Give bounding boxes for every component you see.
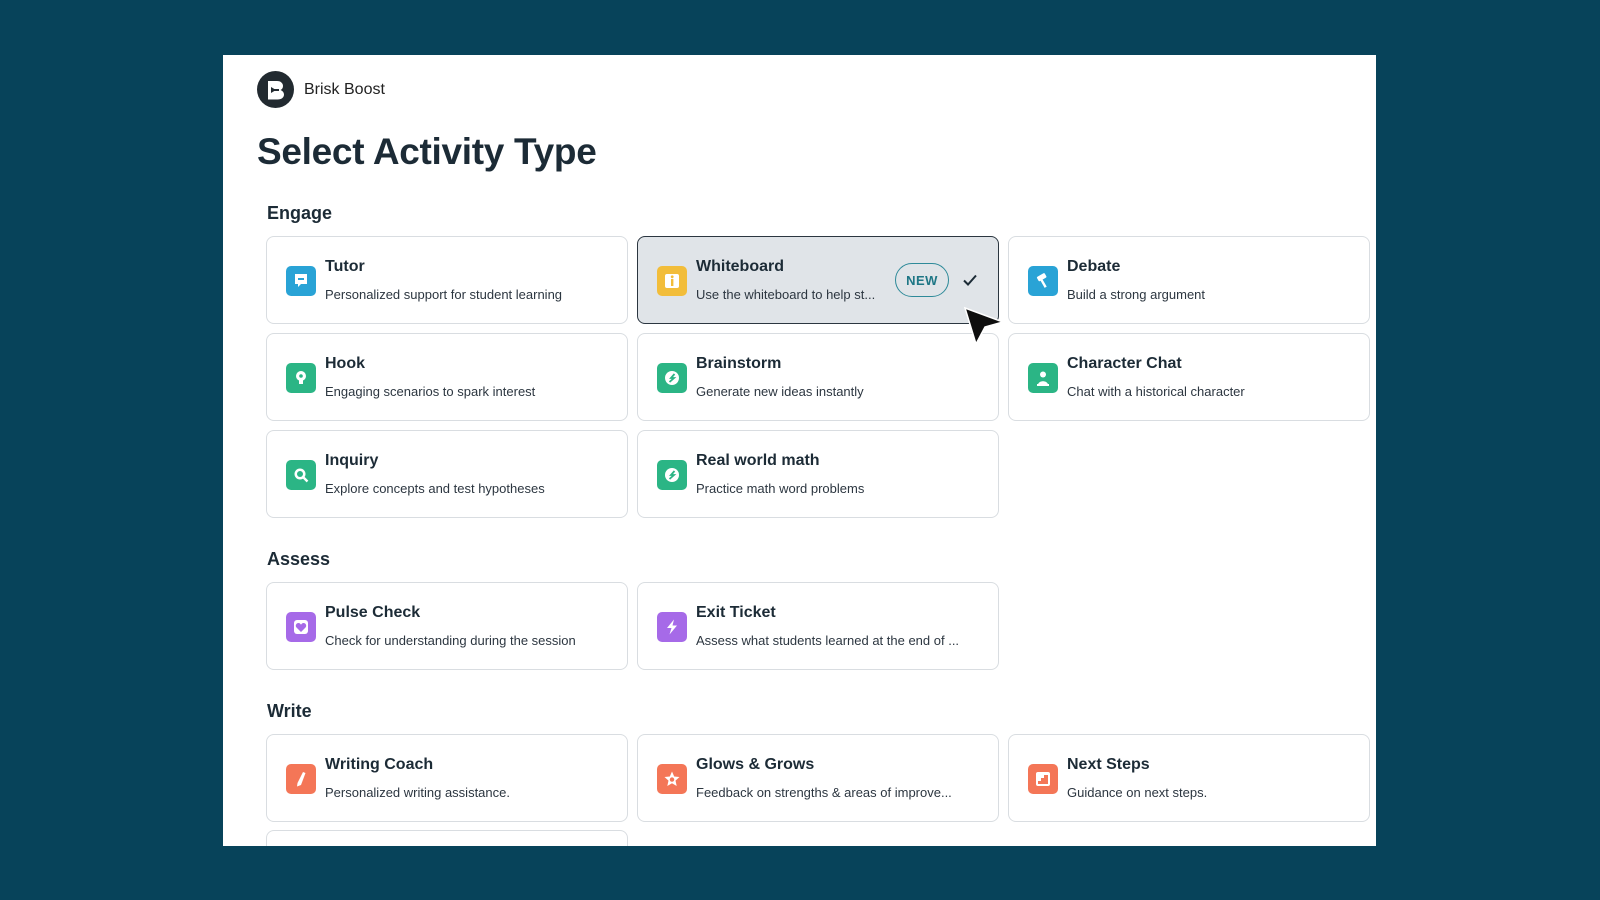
card-description: Personalized writing assistance.	[325, 785, 510, 800]
activity-card-writing-coach[interactable]: Writing Coach Personalized writing assis…	[266, 734, 628, 822]
card-title: Real world math	[696, 452, 820, 469]
card-title: Whiteboard	[696, 258, 784, 275]
brisk-logo-icon	[257, 71, 294, 108]
card-title: Next Steps	[1067, 756, 1150, 773]
lightning-icon	[657, 612, 687, 642]
new-badge: NEW	[895, 263, 949, 297]
star-icon	[657, 764, 687, 794]
card-title: Glows & Grows	[696, 756, 815, 773]
card-description: Generate new ideas instantly	[696, 384, 864, 399]
activity-card-glows-grows[interactable]: Glows & Grows Feedback on strengths & ar…	[637, 734, 999, 822]
card-description: Personalized support for student learnin…	[325, 287, 563, 302]
section-title-assess: Assess	[267, 549, 331, 569]
stairs-icon	[1028, 764, 1058, 794]
activity-card-next-steps[interactable]: Next Steps Guidance on next steps.	[1008, 734, 1370, 822]
activity-card-real-world-math[interactable]: Real world math Practice math word probl…	[637, 430, 999, 518]
activity-card-inquiry[interactable]: Inquiry Explore concepts and test hypoth…	[266, 430, 628, 518]
checkmark-icon	[963, 274, 977, 286]
card-description: Use the whiteboard to help st...	[696, 287, 876, 302]
activity-type-window: Brisk Boost Select Activity Type Engage …	[223, 55, 1376, 846]
card-title: Debate	[1067, 258, 1121, 275]
brand-header: Brisk Boost	[257, 71, 385, 108]
card-description: Engaging scenarios to spark interest	[325, 384, 536, 399]
card-description: Guidance on next steps.	[1067, 785, 1208, 800]
activity-card-character-chat[interactable]: Character Chat Chat with a historical ch…	[1008, 333, 1370, 421]
card-title: Pulse Check	[325, 604, 421, 621]
card-description: Explore concepts and test hypotheses	[325, 481, 545, 496]
card-title: Inquiry	[325, 452, 379, 469]
mouse-cursor-icon	[963, 306, 1006, 346]
activity-card-whiteboard[interactable]: Whiteboard Use the whiteboard to help st…	[637, 236, 999, 324]
compass-icon	[657, 460, 687, 490]
activity-card-brainstorm[interactable]: Brainstorm Generate new ideas instantly	[637, 333, 999, 421]
page-title: Select Activity Type	[257, 131, 597, 172]
activity-card-tutor[interactable]: Tutor Personalized support for student l…	[266, 236, 628, 324]
app-name: Brisk Boost	[304, 80, 385, 98]
card-description: Feedback on strengths & areas of improve…	[696, 785, 952, 800]
activity-card-debate[interactable]: Debate Build a strong argument	[1008, 236, 1370, 324]
person-icon	[1028, 363, 1058, 393]
activity-card-exit-ticket[interactable]: Exit Ticket Assess what students learned…	[637, 582, 999, 670]
card-title: Character Chat	[1067, 355, 1182, 372]
card-title: Hook	[325, 355, 365, 372]
section-title-write: Write	[267, 701, 312, 721]
activity-card-hook[interactable]: Hook Engaging scenarios to spark interes…	[266, 333, 628, 421]
card-description: Assess what students learned at the end …	[696, 633, 960, 648]
card-title: Tutor	[325, 258, 365, 275]
card-description: Build a strong argument	[1067, 287, 1206, 302]
card-title: Exit Ticket	[696, 604, 776, 621]
gavel-icon	[1028, 266, 1058, 296]
activity-card-pulse-check[interactable]: Pulse Check Check for understanding duri…	[266, 582, 628, 670]
chat-icon	[286, 266, 316, 296]
magnifier-icon	[286, 460, 316, 490]
pen-icon	[286, 764, 316, 794]
card-title: Brainstorm	[696, 355, 782, 372]
activity-card-partial[interactable]	[266, 830, 628, 846]
info-icon	[657, 266, 687, 296]
heart-icon	[286, 612, 316, 642]
section-title-engage: Engage	[267, 203, 333, 223]
compass-icon	[657, 363, 687, 393]
card-description: Check for understanding during the sessi…	[325, 633, 576, 648]
card-description: Practice math word problems	[696, 481, 865, 496]
lightbulb-icon	[286, 363, 316, 393]
card-title: Writing Coach	[325, 756, 434, 773]
card-description: Chat with a historical character	[1067, 384, 1245, 399]
